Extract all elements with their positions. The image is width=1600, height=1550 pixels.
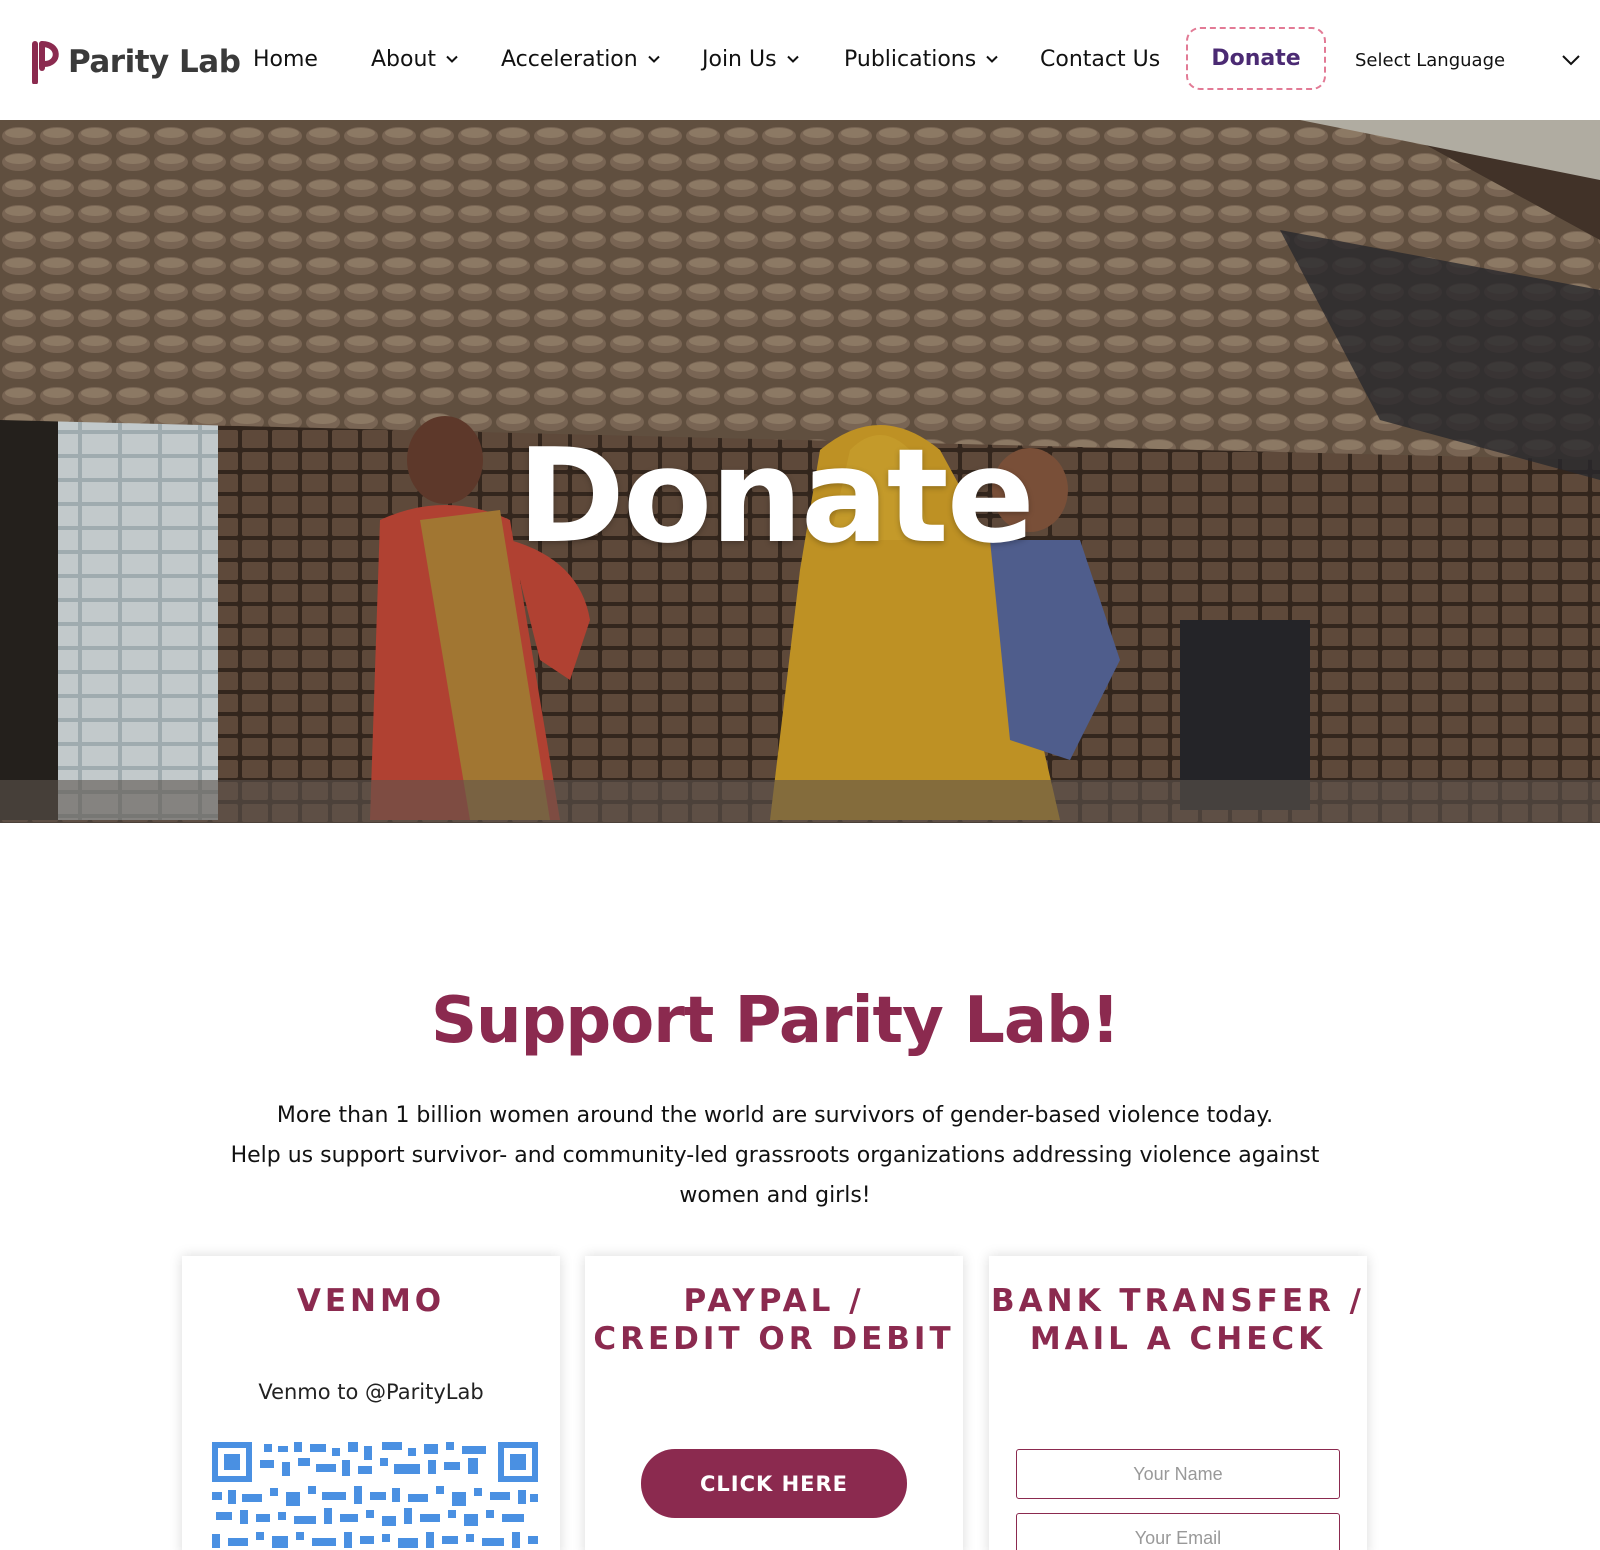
site-header: Parity Lab Home About Acceleration Join … (0, 0, 1600, 120)
bank-title-line-2: MAIL A CHECK (1029, 1321, 1327, 1357)
venmo-card: VENMO Venmo to @ParityLab (182, 1256, 560, 1550)
paypal-title-line-2: CREDIT OR DEBIT (593, 1321, 955, 1357)
chevron-down-icon (986, 55, 998, 63)
venmo-qr-code-icon[interactable] (212, 1442, 538, 1550)
chevron-down-icon (648, 55, 660, 63)
chevron-down-icon (1562, 55, 1580, 66)
nav-label: Home (253, 46, 318, 72)
nav-join-us[interactable]: Join Us (702, 42, 799, 76)
your-email-field[interactable] (1016, 1513, 1340, 1550)
language-select-label: Select Language (1355, 49, 1506, 71)
donate-button[interactable]: Donate (1186, 27, 1326, 90)
support-line-2: Help us support survivor- and community-… (230, 1143, 1320, 1208)
nav-label: Publications (844, 46, 977, 72)
support-description: More than 1 billion women around the wor… (195, 1096, 1355, 1216)
hero-banner: Donate (0, 120, 1600, 823)
nav-label: Join Us (702, 46, 777, 72)
nav-publications[interactable]: Publications (844, 42, 998, 76)
bank-transfer-card: BANK TRANSFER / MAIL A CHECK (989, 1256, 1367, 1550)
venmo-title: VENMO (296, 1283, 446, 1319)
nav-label: Acceleration (501, 46, 638, 72)
nav-acceleration[interactable]: Acceleration (501, 42, 660, 76)
nav-label: Contact Us (1040, 46, 1161, 72)
support-line-1: More than 1 billion women around the wor… (276, 1103, 1274, 1128)
bank-title-line-1: BANK TRANSFER / (991, 1283, 1365, 1319)
bank-title: BANK TRANSFER / MAIL A CHECK (989, 1282, 1367, 1358)
hero-title: Donate (517, 420, 1035, 572)
your-name-field[interactable] (1016, 1449, 1340, 1499)
support-heading: Support Parity Lab! (430, 984, 1120, 1058)
nav-contact-us[interactable]: Contact Us (1040, 42, 1160, 76)
chevron-down-icon (786, 55, 799, 63)
nav-label: About (371, 46, 437, 72)
paypal-title: PAYPAL / CREDIT OR DEBIT (585, 1282, 963, 1358)
language-select[interactable]: Select Language (1355, 44, 1580, 76)
paypal-title-line-1: PAYPAL / (683, 1283, 865, 1319)
paypal-click-here-button[interactable]: CLICK HERE (641, 1449, 907, 1518)
chevron-down-icon (446, 55, 458, 63)
venmo-handle: Venmo to @ParityLab (258, 1380, 484, 1404)
nav-home[interactable]: Home (253, 42, 318, 76)
nav-about[interactable]: About (371, 42, 458, 76)
paypal-card: PAYPAL / CREDIT OR DEBIT CLICK HERE (585, 1256, 963, 1550)
